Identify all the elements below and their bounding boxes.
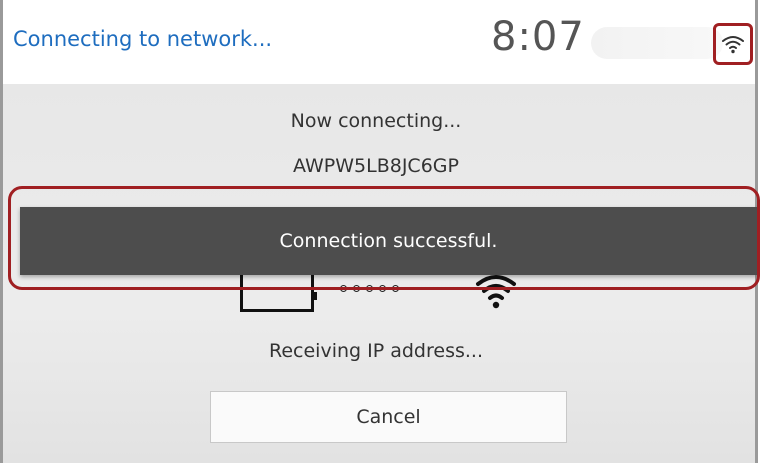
page-title: Connecting to network...: [13, 27, 273, 51]
cancel-button[interactable]: Cancel: [210, 391, 567, 443]
status-bar-pill: [591, 27, 723, 59]
clock: 8:07: [491, 14, 585, 60]
progress-text: Receiving IP address...: [269, 340, 483, 362]
status-text: Now connecting...: [290, 110, 462, 132]
wifi-icon: [722, 36, 744, 54]
device-indicator: [314, 292, 317, 300]
network-name: AWPW5LB8JC6GP: [293, 155, 459, 177]
header-bar: Connecting to network... 8:07: [3, 0, 755, 85]
wifi-status-button[interactable]: [713, 23, 753, 65]
toast-highlight: [8, 186, 760, 290]
